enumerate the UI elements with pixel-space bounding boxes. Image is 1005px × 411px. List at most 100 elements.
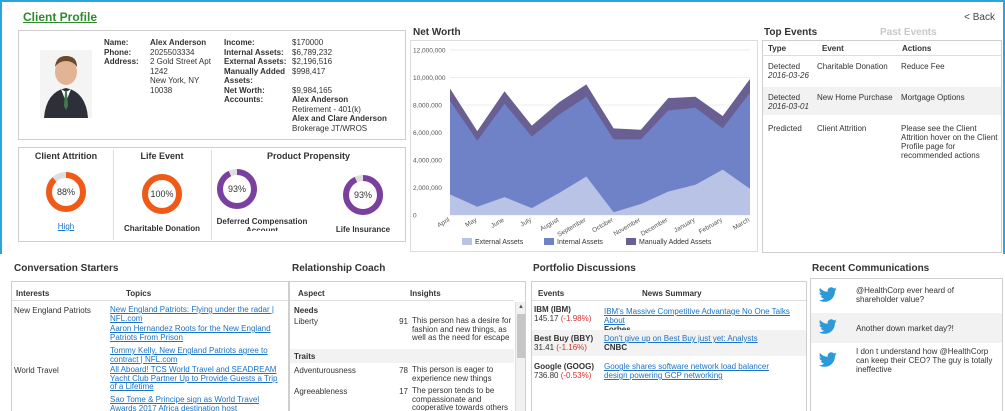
x-tick-label: February [698, 216, 725, 235]
news-link[interactable]: Don't give up on Best Buy just yet: Anal… [604, 334, 804, 343]
coach-traits-heading: Traits [294, 352, 316, 361]
y-tick-label: 4,000,000 [413, 158, 442, 165]
stock-price: 145.17 [534, 314, 559, 323]
twitter-bird-icon [818, 352, 837, 367]
y-tick-label: 10,000,000 [413, 75, 446, 82]
income-label: Income: [224, 38, 255, 47]
client-name: Alex Anderson [150, 38, 207, 47]
x-tick-label: November [612, 216, 642, 237]
events-col-event: Event [822, 44, 844, 53]
legend-swatch [626, 238, 636, 245]
conv-col-interests: Interests [16, 289, 50, 298]
stock-change: (-1.98%) [560, 314, 592, 323]
y-tick-label: 12,000,000 [413, 48, 446, 55]
net-worth-value: $9,984,165 [292, 85, 333, 95]
profile-labels-left: Name: Phone: Address: [104, 38, 150, 67]
communication-text: Another down market day?! [856, 324, 954, 333]
coach-insight: This person has a desire for fashion and… [412, 316, 512, 342]
name-label: Name: [104, 38, 129, 47]
coach-col-aspect: Aspect [298, 289, 325, 298]
portfolio-discussions-title: Portfolio Discussions [533, 263, 636, 274]
life-event-caption: Charitable Donation [123, 224, 200, 233]
topic-link[interactable]: Sao Tome & Principe sign as World Travel… [110, 395, 286, 411]
conv-col-topics: Topics [126, 289, 152, 298]
page-title[interactable]: Client Profile [23, 10, 97, 24]
account1-name: Alex Anderson [292, 95, 349, 104]
profile-values-left: Alex Anderson 2025503334 2 Gold Street A… [150, 38, 218, 95]
internal-assets-label: Internal Assets: [224, 47, 284, 57]
news-link[interactable]: Google shares software network load bala… [604, 362, 794, 380]
x-tick-label: March [732, 216, 751, 231]
net-worth-label: Net Worth: [224, 85, 265, 95]
event-type: Detected 2016-03-26 [768, 62, 809, 80]
coach-needs-heading: Needs [294, 306, 319, 315]
events-col-type: Type [768, 44, 787, 53]
x-tick-label: August [539, 217, 560, 233]
x-tick-label: July [519, 216, 533, 228]
stock-price: 31.41 [534, 343, 555, 352]
scroll-up-icon[interactable]: ▲ [517, 304, 525, 312]
divider [12, 300, 288, 301]
deferred-caption-line2: Account [246, 226, 278, 231]
stock-info: Google (GOOG) 736.80 (-0.53%) [534, 362, 594, 380]
news-source: CNBC [604, 343, 628, 352]
event-name: Charitable Donation [817, 62, 888, 71]
coach-score: 17 [399, 387, 408, 396]
address-line3: New York, NY [150, 76, 200, 85]
event-name: New Home Purchase [817, 93, 893, 102]
life-insurance-caption: Life Insurance [335, 225, 391, 234]
x-tick-label: June [490, 216, 506, 229]
topic-link[interactable]: All Aboard! TCS World Travel and SEADREA… [110, 365, 286, 392]
internal-assets-value: $6,789,232 [292, 47, 333, 57]
topic-link[interactable]: Aaron Hernandez Roots for the New Englan… [110, 324, 286, 342]
event-action: Please see the Client Attrition hover on… [901, 124, 998, 160]
stock-name: Google (GOOG) [534, 362, 594, 371]
recent-communications-title: Recent Communications [812, 263, 930, 274]
coach-col-insights: Insights [410, 289, 441, 298]
coach-aspect: Agreeableness [294, 387, 348, 396]
coach-score: 91 [399, 317, 408, 326]
coach-score: 78 [399, 366, 408, 375]
x-tick-label: January [673, 216, 697, 234]
events-header-row [762, 40, 1002, 56]
address-label: Address: [104, 57, 139, 66]
accounts-label: Accounts: [224, 95, 264, 104]
portfolio-col-news: News Summary [642, 289, 702, 298]
life-event-title: Life Event [140, 151, 184, 161]
external-assets-label: External Assets: [224, 57, 287, 66]
tab-top-events[interactable]: Top Events [764, 27, 817, 38]
interest-label: New England Patriots [14, 306, 91, 315]
event-action: Reduce Fee [901, 62, 945, 71]
legend-swatch [462, 238, 472, 245]
coach-aspect: Liberty [294, 317, 319, 326]
manual-assets-label-1: Manually Added [224, 66, 286, 76]
manual-assets-label-2: Assets: [224, 76, 253, 85]
topic-link[interactable]: Tommy Kelly, New England Patriots agree … [110, 346, 286, 364]
y-tick-label: 0 [413, 213, 417, 220]
legend-label: External Assets [475, 239, 524, 246]
client-phone: 2025503334 [150, 47, 195, 57]
y-tick-label: 8,000,000 [413, 103, 442, 110]
event-action: Mortgage Options [901, 93, 965, 102]
stock-name: Best Buy (BBY) [534, 334, 594, 343]
propensity-title: Product Propensity [266, 151, 350, 161]
news-link[interactable]: IBM's Massive Competitive Advantage No O… [604, 307, 804, 325]
scrollbar-thumb[interactable] [517, 314, 525, 358]
legend-swatch [544, 238, 554, 245]
interest-label: World Travel [14, 366, 59, 375]
tab-past-events[interactable]: Past Events [880, 27, 937, 38]
twitter-bird-icon [818, 287, 837, 302]
divider [290, 300, 514, 301]
event-type-label: Detected [768, 62, 801, 71]
coach-scrollbar[interactable]: ▲ [515, 302, 525, 411]
stock-change: (-0.53%) [560, 371, 592, 380]
address-line4: 10038 [150, 85, 173, 95]
attrition-level-link[interactable]: High [44, 222, 88, 231]
back-button[interactable]: < Back [964, 12, 995, 23]
legend-label: Internal Assets [557, 239, 603, 246]
y-tick-label: 6,000,000 [413, 130, 442, 137]
portfolio-col-events: Events [538, 289, 565, 298]
topic-link[interactable]: New England Patriots: Flying under the r… [110, 305, 286, 323]
profile-values-right: $170000 $6,789,232 $2,196,516 $998,417 $… [292, 38, 404, 133]
coach-insight: The person tends to be compassionate and… [412, 386, 509, 411]
